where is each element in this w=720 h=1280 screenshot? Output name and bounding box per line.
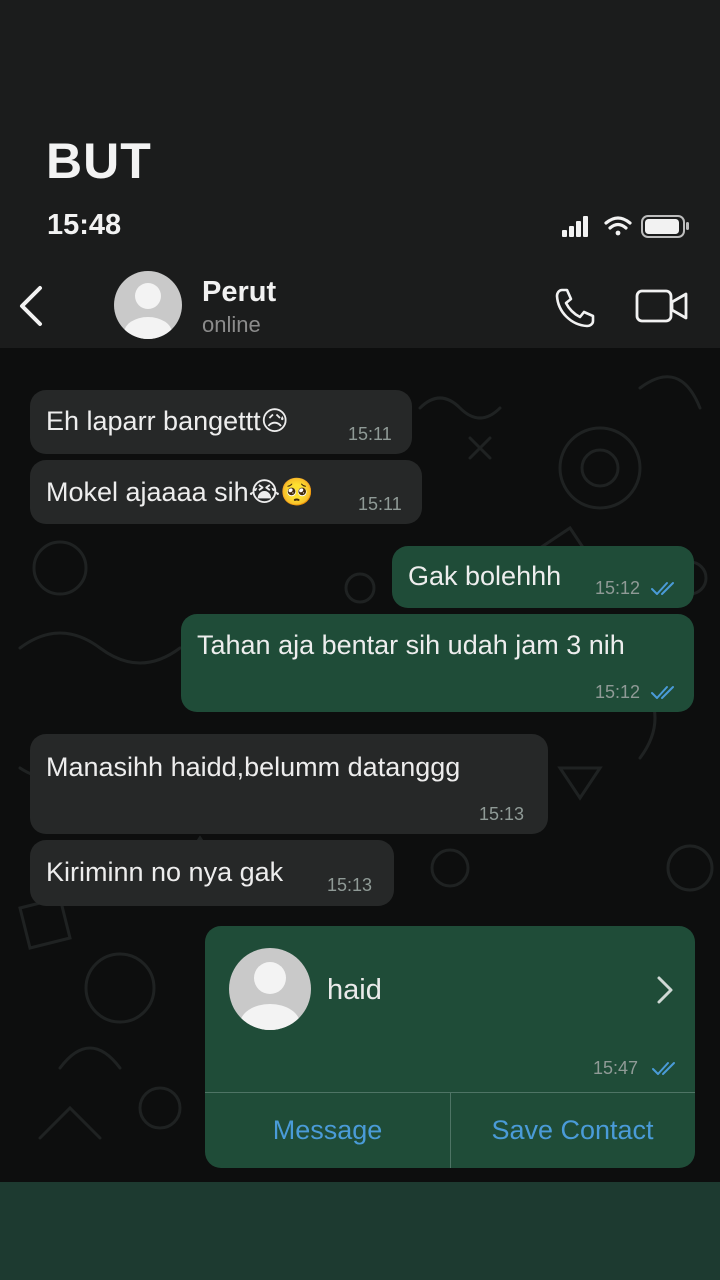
- message-time: 15:13: [479, 804, 525, 824]
- message-text: Kiriminn no nya gak: [46, 857, 284, 887]
- video-call-icon[interactable]: [634, 286, 690, 326]
- signal-icon: [562, 216, 588, 237]
- wifi-icon: [604, 216, 632, 236]
- message-incoming[interactable]: Eh laparr bangettt😥 15:11: [30, 390, 412, 454]
- read-ticks-icon: [651, 686, 674, 699]
- avatar-icon[interactable]: [114, 271, 182, 339]
- shared-contact-name[interactable]: haid: [327, 974, 382, 1007]
- back-chevron-icon[interactable]: [12, 282, 52, 330]
- status-icons: [562, 215, 689, 238]
- meme-caption: BUT: [46, 133, 152, 189]
- message-time: 15:13: [327, 875, 373, 895]
- contact-avatar-icon: [229, 948, 311, 1030]
- phone-call-icon[interactable]: [553, 286, 597, 330]
- message-contact-button[interactable]: Message: [205, 1092, 450, 1168]
- message-time: 15:11: [358, 494, 402, 514]
- message-text: Manasihh haidd,belumm datanggg: [46, 752, 461, 782]
- chat-header: Perut online: [0, 260, 720, 348]
- message-time: 15:11: [348, 424, 392, 444]
- read-ticks-icon: [651, 582, 674, 595]
- chevron-right-icon[interactable]: [653, 974, 677, 1006]
- message-text: Eh laparr bangettt😥: [46, 406, 289, 436]
- contact-status: online: [202, 312, 261, 337]
- contact-name[interactable]: Perut: [202, 276, 276, 309]
- message-text: Mokel ajaaaa sih😭🥺: [46, 477, 314, 507]
- message-outgoing[interactable]: Gak bolehhh 15:12: [392, 546, 694, 608]
- message-text: Tahan aja bentar sih udah jam 3 nih: [197, 630, 625, 660]
- bottom-band: [0, 1182, 720, 1280]
- message-incoming[interactable]: Kiriminn no nya gak 15:13: [30, 840, 394, 906]
- message-incoming[interactable]: Mokel ajaaaa sih😭🥺 15:11: [30, 460, 422, 524]
- message-time: 15:47: [593, 1058, 639, 1078]
- status-time: 15:48: [47, 209, 122, 241]
- message-text: Gak bolehhh: [408, 561, 562, 591]
- save-contact-button[interactable]: Save Contact: [450, 1092, 695, 1168]
- shared-contact-card[interactable]: haid 15:47 Message Save Contact: [205, 926, 695, 1168]
- message-outgoing[interactable]: Tahan aja bentar sih udah jam 3 nih 15:1…: [181, 614, 694, 712]
- battery-icon: [641, 215, 689, 238]
- message-time: 15:12: [595, 578, 641, 598]
- message-time: 15:12: [595, 682, 641, 702]
- chat-area[interactable]: Eh laparr bangettt😥 15:11 Mokel ajaaaa s…: [0, 348, 720, 1182]
- message-incoming[interactable]: Manasihh haidd,belumm datanggg 15:13: [30, 734, 548, 834]
- read-ticks-icon: [652, 1062, 675, 1075]
